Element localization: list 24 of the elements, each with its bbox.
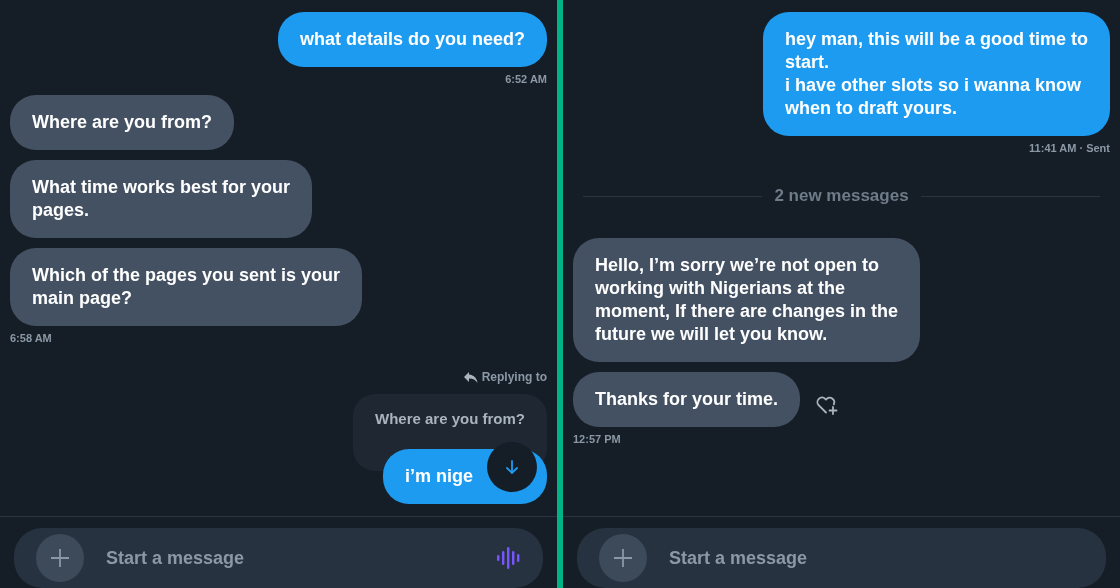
add-button[interactable] (599, 534, 647, 582)
message-bubble: what details do you need? (277, 12, 547, 67)
plus-icon[interactable] (50, 548, 70, 568)
message-bubble: Hello, I’m sorry we’re not open to working with Nigerians at the moment, If there are changes in the future we will let you know. (573, 238, 921, 362)
replying-to-label: Replying to (462, 370, 547, 384)
message-time: 6:52 AM (504, 73, 547, 85)
message-time: 12:57 PM (573, 433, 622, 445)
new-messages-label: 2 new messages (774, 186, 909, 206)
voice-message-icon[interactable] (497, 545, 521, 571)
arrow-down-icon[interactable] (504, 459, 520, 475)
message-bubble: What time works best for your pages. (10, 160, 313, 238)
plus-icon[interactable] (613, 548, 633, 568)
add-button[interactable] (36, 534, 84, 582)
message-field[interactable]: Start a message (577, 528, 1106, 588)
message-bubble: Which of the pages you sent is your main page? (10, 248, 363, 326)
message-bubble: Where are you from? (10, 95, 235, 150)
message-field[interactable]: Start a message (14, 528, 543, 588)
message-input[interactable]: Start a message (669, 547, 1084, 569)
message-time: 6:58 AM (10, 332, 53, 344)
message-time: 11:41 AM · Sent (1028, 142, 1110, 154)
message-bubble: hey man, this will be a good time to start. i have other slots so i wanna know when to draft yours. (762, 12, 1110, 136)
message-input[interactable]: Start a message (106, 547, 475, 569)
message-bubble: Thanks for your time. (573, 372, 801, 427)
reply-arrow-icon (462, 370, 478, 384)
